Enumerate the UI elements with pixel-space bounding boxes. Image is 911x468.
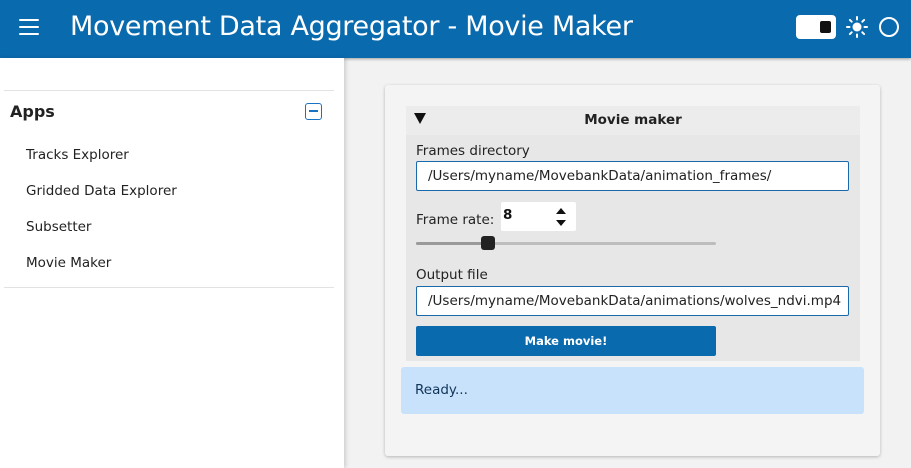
- circle-icon[interactable]: [879, 17, 899, 37]
- output-file-input[interactable]: /Users/myname/MovebankData/animations/wo…: [416, 286, 849, 316]
- frame-rate-label: Frame rate:: [416, 212, 495, 228]
- frame-rate-value: 8: [503, 207, 513, 223]
- frames-directory-input[interactable]: /Users/myname/MovebankData/animation_fra…: [416, 161, 849, 191]
- sidebar-item-subsetter[interactable]: Subsetter: [26, 219, 91, 235]
- sidebar: Apps Tracks Explorer Gridded Data Explor…: [0, 58, 344, 468]
- minus-square-icon[interactable]: [305, 103, 322, 120]
- hamburger-menu-icon[interactable]: [19, 19, 39, 35]
- make-movie-button[interactable]: Make movie!: [416, 326, 716, 356]
- sidebar-title: Apps: [10, 102, 55, 121]
- spin-down-icon[interactable]: [556, 218, 566, 228]
- frame-rate-slider[interactable]: [416, 236, 716, 250]
- app-header: Movement Data Aggregator - Movie Maker: [0, 0, 911, 58]
- sidebar-divider-top: [4, 90, 334, 91]
- slider-fill: [416, 242, 488, 245]
- main-card: Movie maker Frames directory /Users/myna…: [385, 85, 880, 456]
- toggle-knob: [820, 21, 831, 33]
- spin-up-icon[interactable]: [556, 206, 566, 216]
- page-title: Movement Data Aggregator - Movie Maker: [70, 11, 633, 42]
- panel-header[interactable]: Movie maker: [406, 106, 860, 135]
- frame-rate-number-input[interactable]: 8: [501, 202, 576, 231]
- frames-directory-label: Frames directory: [416, 143, 530, 159]
- movie-maker-panel: Movie maker Frames directory /Users/myna…: [406, 106, 860, 361]
- sidebar-item-gridded-data-explorer[interactable]: Gridded Data Explorer: [26, 183, 177, 199]
- slider-thumb[interactable]: [481, 236, 495, 250]
- sidebar-item-movie-maker[interactable]: Movie Maker: [26, 255, 111, 271]
- status-message: Ready...: [401, 367, 864, 414]
- panel-title: Movie maker: [584, 112, 682, 128]
- sidebar-divider-bottom: [4, 287, 334, 288]
- theme-toggle-switch[interactable]: [796, 15, 836, 39]
- output-file-label: Output file: [416, 267, 488, 283]
- sun-icon[interactable]: [846, 16, 868, 38]
- sidebar-item-tracks-explorer[interactable]: Tracks Explorer: [26, 147, 129, 163]
